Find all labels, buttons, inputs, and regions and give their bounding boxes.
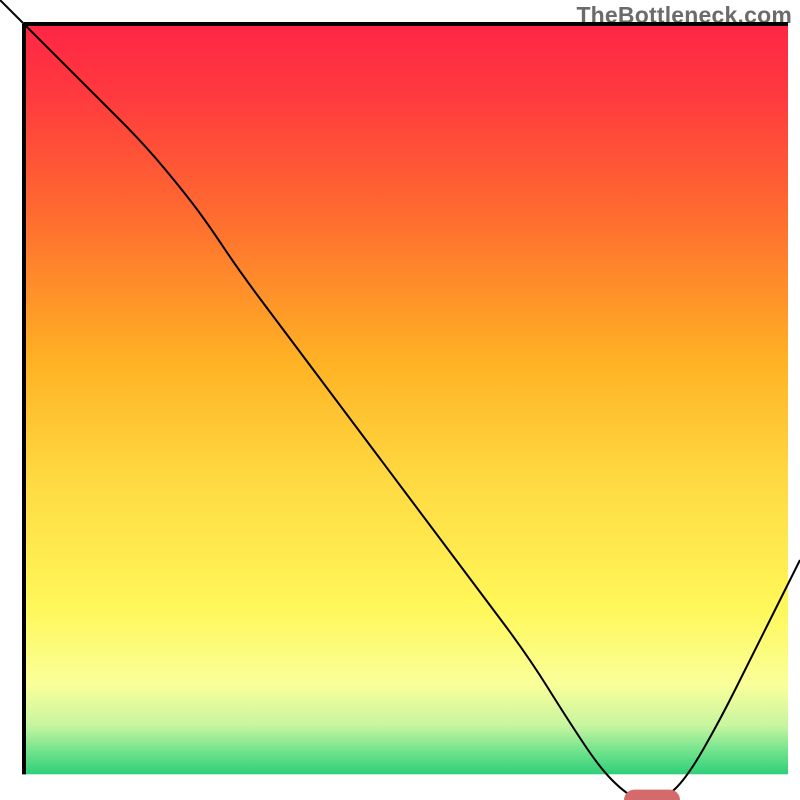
bottleneck-chart <box>0 0 800 800</box>
gradient-fill <box>24 24 788 774</box>
optimal-marker <box>624 790 680 800</box>
